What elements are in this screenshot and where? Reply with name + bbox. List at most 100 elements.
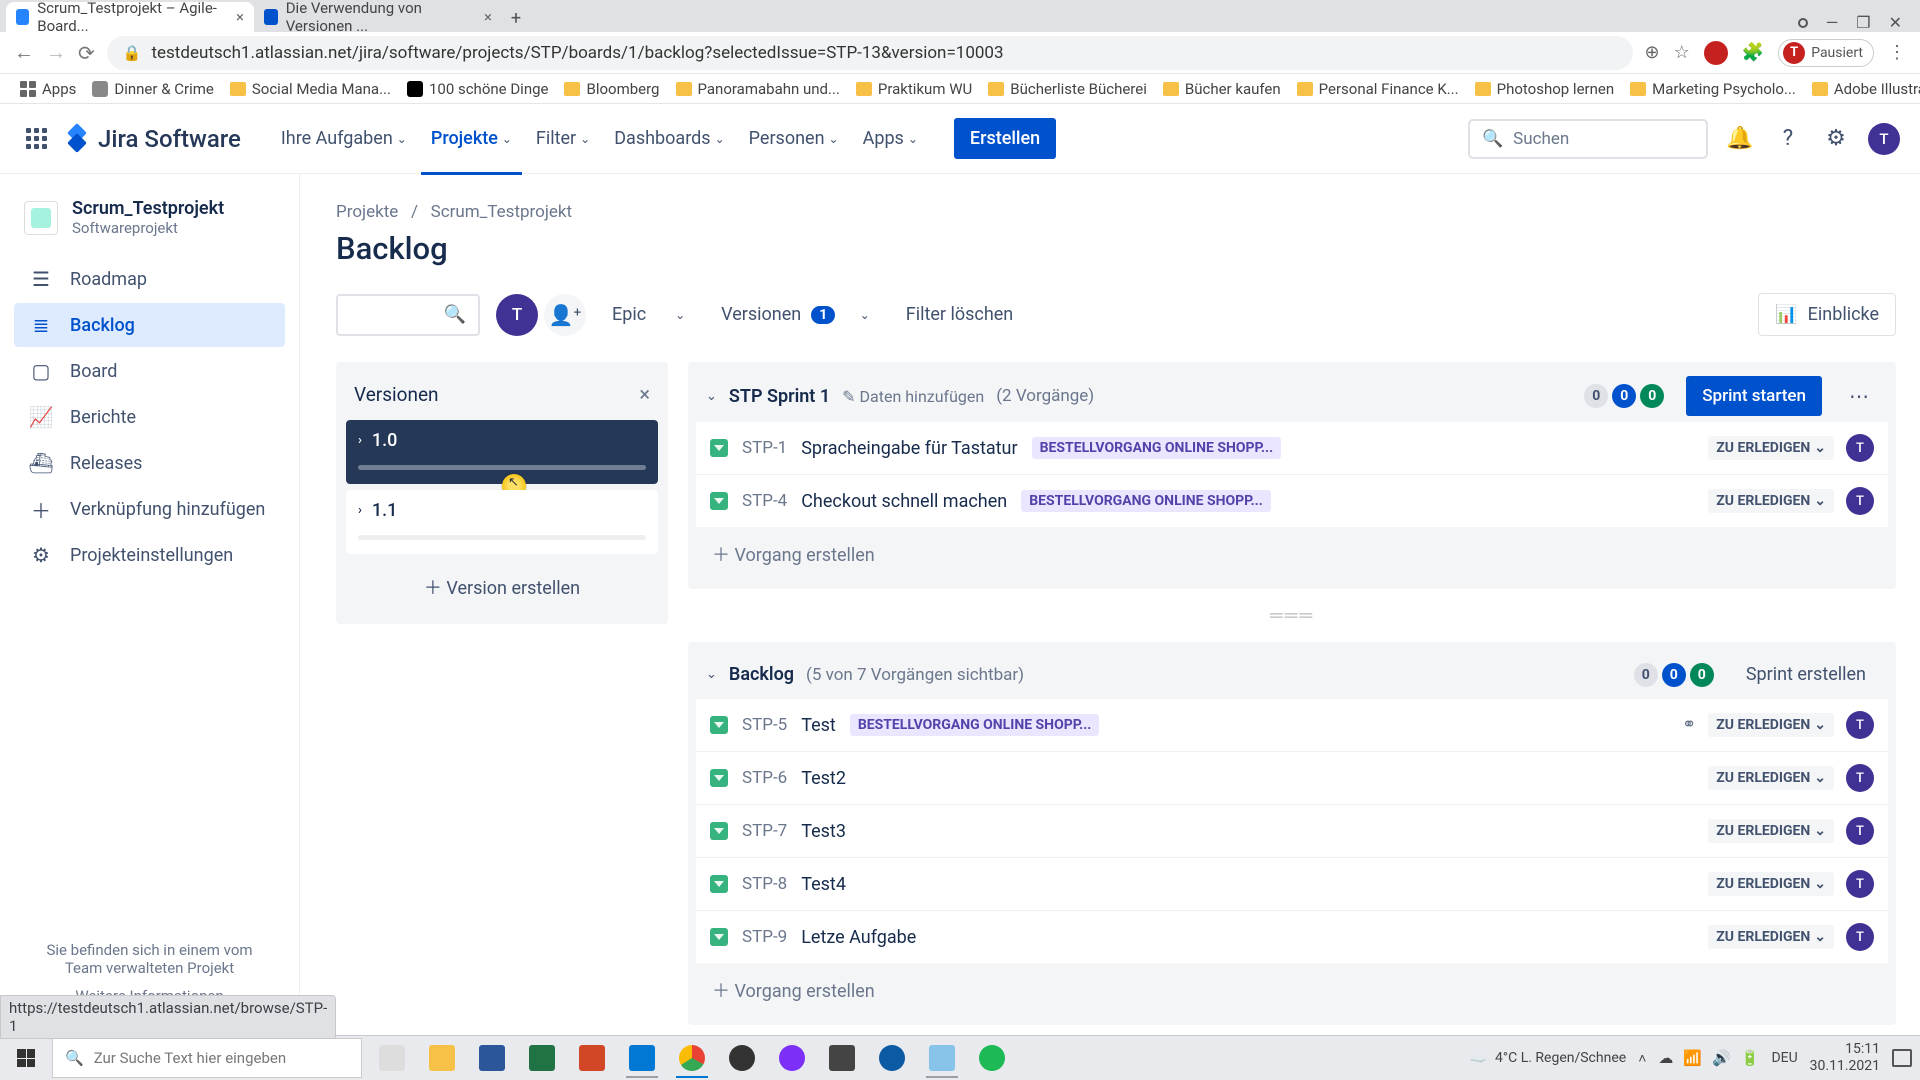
status-dropdown[interactable]: ZU ERLEDIGEN ⌄	[1708, 925, 1834, 949]
zoom-icon[interactable]: ⊕	[1645, 42, 1660, 63]
sidebar-item-add-link[interactable]: ＋Verknüpfung hinzufügen	[14, 487, 285, 531]
status-dropdown[interactable]: ZU ERLEDIGEN ⌄	[1708, 436, 1834, 460]
epic-label[interactable]: BESTELLVORGANG ONLINE SHOPP...	[1021, 490, 1271, 512]
bookmark[interactable]: Bücher kaufen	[1157, 76, 1287, 102]
battery-icon[interactable]: 🔋	[1741, 1049, 1760, 1067]
back-icon[interactable]: ←	[14, 40, 34, 65]
assignee-avatar[interactable]: T	[1846, 817, 1874, 845]
start-button[interactable]	[2, 1038, 50, 1078]
close-icon[interactable]: ×	[236, 8, 244, 26]
status-dropdown[interactable]: ZU ERLEDIGEN ⌄	[1708, 489, 1834, 513]
search-input[interactable]: 🔍 Suchen	[1468, 119, 1708, 159]
notifications-icon[interactable]	[1892, 1049, 1912, 1067]
chevron-down-icon[interactable]: ⌄	[706, 389, 717, 404]
create-issue-button[interactable]: ＋ Vorgang erstellen	[696, 527, 1888, 581]
reload-icon[interactable]: ⟳	[78, 41, 95, 65]
add-dates-button[interactable]: ✎ Daten hinzufügen	[842, 387, 984, 406]
backlog-search[interactable]: 🔍	[336, 294, 480, 336]
assignee-avatar[interactable]: T	[1846, 434, 1874, 462]
chevron-down-icon[interactable]: ⌄	[706, 667, 717, 682]
sidebar-item-releases[interactable]: ⛴Releases	[14, 441, 285, 485]
clear-filter-button[interactable]: Filter löschen	[896, 296, 1023, 333]
bookmark[interactable]: Marketing Psycholo...	[1624, 76, 1802, 102]
language-indicator[interactable]: DEU	[1771, 1050, 1797, 1066]
bookmark[interactable]: 100 schöne Dinge	[401, 76, 555, 102]
nav-dashboards[interactable]: Dashboards⌄	[604, 120, 734, 157]
profile-avatar[interactable]: T	[1868, 123, 1900, 155]
file-explorer-icon[interactable]	[418, 1038, 466, 1078]
create-button[interactable]: Erstellen	[954, 118, 1056, 159]
excel-icon[interactable]	[518, 1038, 566, 1078]
obs-icon[interactable]	[718, 1038, 766, 1078]
breadcrumb-project[interactable]: Scrum_Testprojekt	[431, 202, 572, 222]
start-sprint-button[interactable]: Sprint starten	[1686, 376, 1822, 416]
minimize-icon[interactable]: —	[1826, 13, 1839, 32]
maximize-icon[interactable]: ❐	[1856, 13, 1870, 32]
bookmark[interactable]: Bloomberg	[558, 76, 665, 102]
clock[interactable]: 15:11 30.11.2021	[1810, 1041, 1880, 1075]
new-tab-button[interactable]: +	[502, 4, 530, 32]
bookmark[interactable]: Social Media Mana...	[224, 76, 397, 102]
chrome-icon[interactable]	[668, 1038, 716, 1078]
status-dropdown[interactable]: ZU ERLEDIGEN ⌄	[1708, 766, 1834, 790]
onedrive-icon[interactable]: ☁	[1658, 1049, 1673, 1067]
sidebar-item-reports[interactable]: 📈Berichte	[14, 395, 285, 439]
extension-icon[interactable]	[1704, 41, 1728, 65]
help-icon[interactable]: ?	[1772, 123, 1804, 155]
status-dropdown[interactable]: ZU ERLEDIGEN ⌄	[1708, 819, 1834, 843]
notifications-icon[interactable]: 🔔	[1724, 123, 1756, 155]
issue-row[interactable]: STP-8 Test4 ZU ERLEDIGEN ⌄ T	[696, 857, 1888, 910]
settings-icon[interactable]: ⚙	[1820, 123, 1852, 155]
issue-row[interactable]: STP-1 Spracheingabe für Tastatur BESTELL…	[696, 422, 1888, 474]
add-people-icon[interactable]: 👤⁺	[544, 294, 586, 336]
app-icon[interactable]	[768, 1038, 816, 1078]
assignee-avatar[interactable]: T	[1846, 487, 1874, 515]
app-icon[interactable]	[818, 1038, 866, 1078]
issue-row[interactable]: STP-7 Test3 ZU ERLEDIGEN ⌄ T	[696, 804, 1888, 857]
version-card[interactable]: › 1.1	[346, 490, 658, 554]
nav-projects[interactable]: Projekte⌄	[421, 120, 522, 157]
bookmark[interactable]: Photoshop lernen	[1469, 76, 1621, 102]
sprint-title[interactable]: STP Sprint 1	[729, 386, 830, 407]
bookmark[interactable]: Personal Finance K...	[1291, 76, 1465, 102]
issue-row[interactable]: STP-6 Test2 ZU ERLEDIGEN ⌄ T	[696, 751, 1888, 804]
assignee-avatar[interactable]: T	[1846, 711, 1874, 739]
sidebar-item-backlog[interactable]: ≣Backlog	[14, 303, 285, 347]
create-sprint-button[interactable]: Sprint erstellen	[1734, 656, 1878, 693]
close-icon[interactable]: ×	[639, 382, 650, 406]
tray-chevron-icon[interactable]: ˄	[1638, 1050, 1646, 1067]
breadcrumb-projects[interactable]: Projekte	[336, 202, 398, 222]
wifi-icon[interactable]: 📶	[1683, 1049, 1702, 1067]
epic-dropdown[interactable]: Epic ⌄	[602, 296, 695, 333]
bookmark-star-icon[interactable]: ☆	[1674, 42, 1690, 63]
bookmark[interactable]: Bücherliste Bücherei	[982, 76, 1153, 102]
bookmark[interactable]: Dinner & Crime	[86, 76, 219, 102]
notepad-icon[interactable]	[918, 1038, 966, 1078]
task-view-icon[interactable]	[368, 1038, 416, 1078]
account-icon[interactable]	[1798, 18, 1808, 28]
more-icon[interactable]: ⋯	[1840, 377, 1878, 415]
url-field[interactable]: 🔒 testdeutsch1.atlassian.net/jira/softwa…	[107, 36, 1633, 70]
project-header[interactable]: Scrum_Testprojekt Softwareprojekt	[10, 198, 289, 257]
profile-paused[interactable]: T Pausiert	[1778, 39, 1874, 67]
nav-people[interactable]: Personen⌄	[739, 120, 849, 157]
version-card-active[interactable]: › 1.0	[346, 420, 658, 484]
word-icon[interactable]	[468, 1038, 516, 1078]
menu-icon[interactable]: ⋮	[1888, 42, 1906, 63]
edge-icon[interactable]	[868, 1038, 916, 1078]
bookmark[interactable]: Panoramabahn und...	[670, 76, 846, 102]
nav-filters[interactable]: Filter⌄	[526, 120, 600, 157]
jira-logo[interactable]: Jira Software	[64, 125, 241, 153]
issue-row[interactable]: STP-5 Test BESTELLVORGANG ONLINE SHOPP..…	[696, 699, 1888, 751]
sidebar-item-roadmap[interactable]: ☰Roadmap	[14, 257, 285, 301]
weather-widget[interactable]: ☁️ 4°C L. Regen/Schnee	[1470, 1050, 1627, 1066]
assignee-avatar[interactable]: T	[1846, 923, 1874, 951]
nav-your-work[interactable]: Ihre Aufgaben⌄	[271, 120, 417, 157]
link-icon[interactable]: ⚭	[1682, 715, 1696, 735]
close-icon[interactable]: ×	[484, 8, 492, 26]
app-switcher-icon[interactable]	[20, 123, 52, 155]
volume-icon[interactable]: 🔊	[1712, 1049, 1731, 1067]
sidebar-item-settings[interactable]: ⚙Projekteinstellungen	[14, 533, 285, 577]
resize-handle[interactable]: ═══	[688, 597, 1896, 634]
epic-label[interactable]: BESTELLVORGANG ONLINE SHOPP...	[1032, 437, 1282, 459]
